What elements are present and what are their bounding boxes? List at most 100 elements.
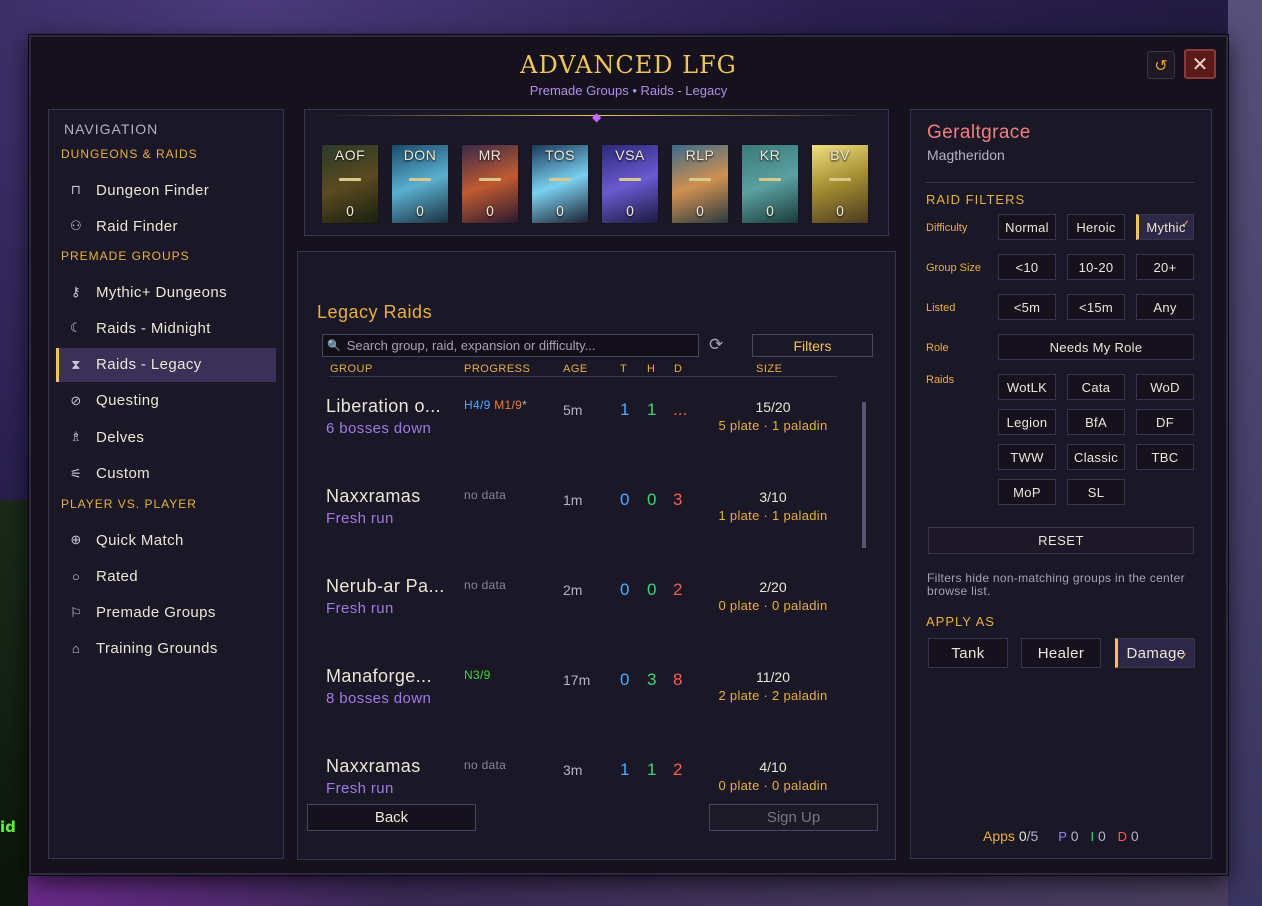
close-icon: ✕ <box>1191 52 1209 76</box>
difficulty-filter-button[interactable]: Heroic <box>1067 214 1125 240</box>
difficulty-filter-button[interactable]: Normal <box>998 214 1056 240</box>
raid-tile[interactable]: VSA 0 <box>601 144 659 224</box>
col-group[interactable]: GROUP <box>330 363 373 375</box>
raid-expansion-button[interactable]: MoP <box>998 479 1056 505</box>
apply-role-button[interactable]: Tank <box>928 638 1008 668</box>
group-row[interactable]: Liberation o... 6 bosses down H4/9 M1/9* 5m… <box>320 396 840 476</box>
col-age[interactable]: AGE <box>563 363 588 375</box>
col-damage[interactable]: D <box>674 363 682 375</box>
breadcrumb: Premade Groups • Raids - Legacy <box>529 83 728 98</box>
nav-item[interactable]: ⧗ Raids - Legacy <box>56 347 276 382</box>
nav-item[interactable]: ⊓ Dungeon Finder <box>56 173 276 207</box>
raid-tile[interactable]: AOF 0 <box>321 144 379 224</box>
button-label: <5m <box>1013 300 1041 315</box>
nav-item[interactable]: ♗ Delves <box>56 420 276 454</box>
difficulty-label: Difficulty <box>926 222 968 234</box>
raid-expansion-button[interactable]: Classic <box>1067 444 1125 470</box>
apply-as-heading: APPLY AS <box>926 614 995 629</box>
col-size[interactable]: SIZE <box>756 363 782 375</box>
nav-section-heading: PREMADE GROUPS <box>61 249 190 263</box>
group-row[interactable]: Naxxramas Fresh run no data 1m 0 0 3 3/10 1 plat… <box>320 486 840 566</box>
raid-abbreviation: KR <box>759 147 781 163</box>
listed-filter-button[interactable]: <5m <box>998 294 1056 320</box>
key-icon: ⚷ <box>71 284 81 299</box>
nav-item-label: Rated <box>96 567 139 585</box>
col-healer[interactable]: H <box>647 363 655 375</box>
col-tank[interactable]: T <box>620 363 627 375</box>
nav-item[interactable]: ⚟ Custom <box>56 457 276 491</box>
filter-note: Filters hide non-matching groups in the … <box>927 571 1185 598</box>
group-composition: 2 plate · 2 paladin <box>718 688 828 703</box>
listed-filter-button[interactable]: Any <box>1136 294 1194 320</box>
nav-item[interactable]: ⚐ Premade Groups <box>56 596 276 630</box>
undo-button[interactable]: ↺ <box>1147 51 1175 79</box>
raid-tile[interactable]: DON 0 <box>391 144 449 224</box>
listed-filter-button[interactable]: <15m <box>1067 294 1125 320</box>
search-input[interactable] <box>346 338 687 353</box>
raid-expansion-button[interactable]: SL <box>1067 479 1125 505</box>
nav-item[interactable]: ⚷ Mythic+ Dungeons <box>56 275 276 309</box>
raid-tile[interactable]: RLP 0 <box>671 144 729 224</box>
group_size-filter-button[interactable]: <10 <box>998 254 1056 280</box>
nav-item[interactable]: ⊕ Quick Match <box>56 523 276 557</box>
raid-group-count: 0 <box>555 205 565 220</box>
button-label: 10-20 <box>1078 260 1114 275</box>
group-description: 6 bosses down <box>326 420 432 437</box>
nav-item[interactable]: ⊘ Questing <box>56 384 276 418</box>
raid-expansion-button[interactable]: TBC <box>1136 444 1194 470</box>
group-size-label: Group Size <box>926 262 982 274</box>
raid-tile[interactable]: TOS 0 <box>531 144 589 224</box>
realm-name: Magtheridon <box>927 147 1005 163</box>
nav-item-label: Raids - Midnight <box>96 319 211 337</box>
raid-tile[interactable]: KR 0 <box>741 144 799 224</box>
nav-item[interactable]: ○ Rated <box>56 559 276 593</box>
raid-expansion-button[interactable]: DF <box>1136 409 1194 435</box>
raid-expansion-button[interactable]: Legion <box>998 409 1056 435</box>
raid-expansion-button[interactable]: BfA <box>1067 409 1125 435</box>
col-progress[interactable]: PROGRESS <box>464 363 530 375</box>
healer-count: 1 <box>647 400 657 419</box>
filters-button[interactable]: Filters <box>752 334 873 357</box>
healer-count: 0 <box>647 490 657 509</box>
group_size-filter-button[interactable]: 20+ <box>1136 254 1194 280</box>
raid-group-count: 0 <box>625 205 635 220</box>
nav-item[interactable]: ⚇ Raid Finder <box>56 209 276 243</box>
nav-item-label: Mythic+ Dungeons <box>96 283 228 301</box>
group-row[interactable]: Nerub-ar Pa... Fresh run no data 2m 0 0 2 2/20 0… <box>320 576 840 656</box>
nav-item[interactable]: ☾ Raids - Midnight <box>56 311 276 345</box>
group-composition: 1 plate · 1 paladin <box>718 508 828 523</box>
group-description: Fresh run <box>326 600 394 617</box>
robot-icon: ⌂ <box>71 641 81 657</box>
group_size-filter-button[interactable]: 10-20 <box>1067 254 1125 280</box>
raid-tile[interactable]: BV 0 <box>811 144 869 224</box>
progress-segment: M1/9 <box>490 398 523 412</box>
damage-count: 8 <box>673 670 683 689</box>
raid-tile[interactable]: MR 0 <box>461 144 519 224</box>
circle-icon: ○ <box>71 568 81 584</box>
apply-role-button[interactable]: Healer <box>1021 638 1101 668</box>
search-box[interactable]: 🔍 <box>322 334 699 357</box>
crosshair-icon: ⊕ <box>70 532 82 547</box>
nav-item[interactable]: ⌂ Training Grounds <box>56 632 276 666</box>
close-button[interactable]: ✕ <box>1184 49 1216 79</box>
apply-role-button[interactable]: Damage ✓ <box>1115 638 1195 668</box>
group-row[interactable]: Manaforge... 8 bosses down N3/9 17m 0 3 8 11/20… <box>320 666 840 746</box>
raid-abbreviation: DON <box>403 147 437 163</box>
tank-count: 1 <box>620 400 630 419</box>
raid-expansion-button[interactable]: WoD <box>1136 374 1194 400</box>
raid-group-count: 0 <box>765 205 775 220</box>
raid-expansion-button[interactable]: Cata <box>1067 374 1125 400</box>
needs-my-role-button[interactable]: Needs My Role <box>998 334 1194 360</box>
moon-icon: ☾ <box>69 320 83 336</box>
nav-item-label: Raids - Legacy <box>96 356 202 374</box>
progress-segment: * <box>522 398 528 412</box>
raid-expansion-button[interactable]: TWW <box>998 444 1056 470</box>
healer-count: 3 <box>647 670 657 689</box>
difficulty-filter-button[interactable]: Mythic ✓ <box>1136 214 1194 240</box>
group-row[interactable]: Naxxramas Fresh run no data 3m 1 1 2 4/10 0 plat… <box>320 756 840 836</box>
raid-expansion-button[interactable]: WotLK <box>998 374 1056 400</box>
list-scrollbar[interactable] <box>862 402 866 548</box>
button-label: Heroic <box>1076 220 1116 235</box>
reset-button[interactable]: RESET <box>928 527 1194 554</box>
refresh-icon[interactable]: ⟳ <box>709 335 723 355</box>
